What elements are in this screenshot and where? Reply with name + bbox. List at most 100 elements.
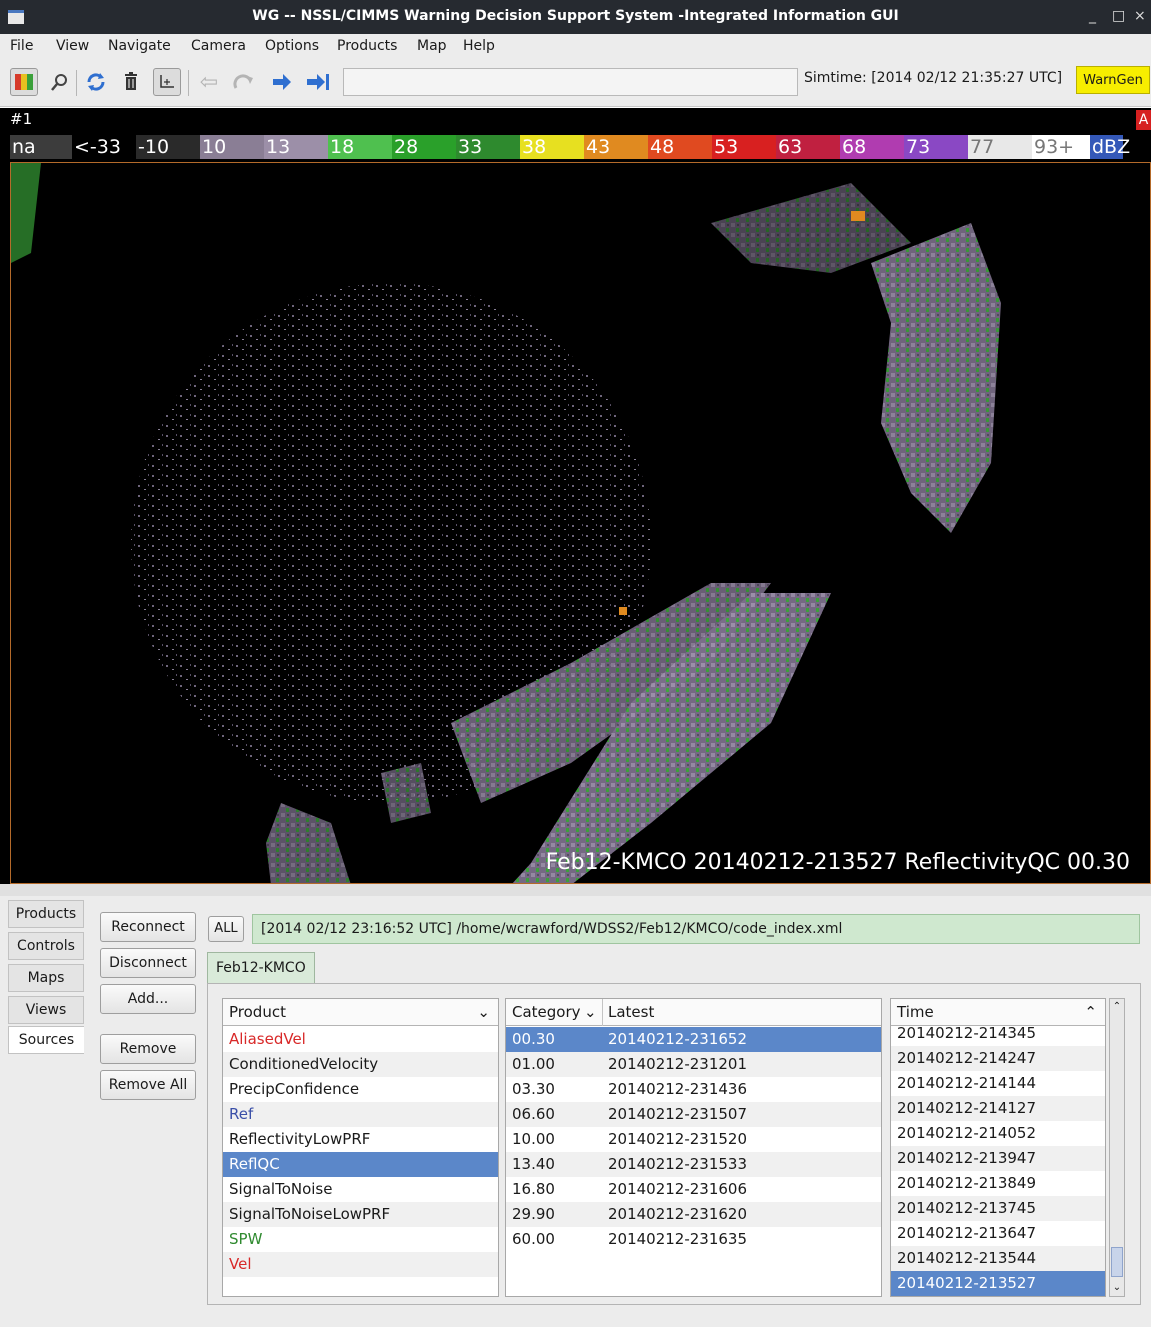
redo-icon[interactable] — [230, 68, 258, 96]
product-name: Vel — [229, 1255, 252, 1273]
product-row[interactable]: SPW — [223, 1227, 498, 1252]
product-list[interactable]: Product ⌄ AliasedVel ConditionedVelocity P… — [222, 998, 499, 1297]
menu-navigate[interactable]: Navigate — [108, 38, 171, 54]
time-value: 20140212-214345 — [897, 1024, 1037, 1042]
color-scale-label: dBZ — [1090, 135, 1131, 159]
alert-badge[interactable]: A — [1136, 110, 1151, 130]
scroll-up-icon[interactable]: ⌃ — [1111, 1000, 1123, 1014]
trash-icon[interactable] — [117, 68, 145, 96]
scroll-thumb[interactable] — [1111, 1247, 1123, 1277]
time-value: 20140212-213947 — [897, 1149, 1037, 1167]
refresh-icon[interactable] — [82, 68, 110, 96]
product-row[interactable]: ReflectivityLowPRF — [223, 1127, 498, 1152]
time-row[interactable]: 20140212-214052 — [891, 1121, 1105, 1146]
category-row[interactable]: 29.90 20140212-231620 — [506, 1202, 881, 1227]
category-row[interactable]: 16.80 20140212-231606 — [506, 1177, 881, 1202]
reconnect-button[interactable]: Reconnect — [100, 912, 196, 942]
product-row[interactable]: ReflQC — [223, 1152, 498, 1177]
remove-button[interactable]: Remove — [100, 1034, 196, 1064]
product-name: SignalToNoiseLowPRF — [229, 1205, 391, 1223]
menu-help[interactable]: Help — [463, 38, 495, 54]
close-icon[interactable]: × — [1134, 8, 1146, 24]
color-scale-label: 18 — [328, 135, 392, 159]
category-latest-time: 20140212-231507 — [608, 1105, 748, 1123]
remove-all-button[interactable]: Remove All — [100, 1070, 196, 1100]
category-elevation: 16.80 — [512, 1180, 555, 1198]
time-row[interactable]: 20140212-213544 — [891, 1246, 1105, 1271]
category-list[interactable]: Category ⌄ Latest 00.30 20140212-231652 01… — [505, 998, 882, 1297]
tab-maps[interactable]: Maps — [8, 964, 84, 992]
category-elevation: 00.30 — [512, 1030, 555, 1048]
time-list-scrollbar[interactable]: ⌃ ⌄ — [1109, 998, 1125, 1297]
disconnect-button[interactable]: Disconnect — [100, 948, 196, 978]
menu-options[interactable]: Options — [265, 38, 319, 54]
scroll-down-icon[interactable]: ⌄ — [1111, 1281, 1123, 1295]
tab-source-feb12-kmco[interactable]: Feb12-KMCO — [207, 952, 315, 984]
tab-products[interactable]: Products — [8, 900, 84, 928]
time-row[interactable]: 20140212-214144 — [891, 1071, 1105, 1096]
time-row[interactable]: 20140212-213947 — [891, 1146, 1105, 1171]
color-scale-label: na — [10, 135, 72, 159]
product-row[interactable]: SignalToNoiseLowPRF — [223, 1202, 498, 1227]
time-value: 20140212-214127 — [897, 1099, 1037, 1117]
menu-map[interactable]: Map — [417, 38, 447, 54]
tab-views[interactable]: Views — [8, 996, 84, 1024]
product-column-header[interactable]: Product ⌄ — [223, 999, 498, 1026]
category-latest-time: 20140212-231635 — [608, 1230, 748, 1248]
product-row[interactable]: Vel — [223, 1252, 498, 1277]
chevron-down-icon[interactable]: ⌄ — [584, 999, 597, 1026]
product-name: PrecipConfidence — [229, 1080, 360, 1098]
category-row[interactable]: 06.60 20140212-231507 — [506, 1102, 881, 1127]
skip-to-latest-icon[interactable] — [304, 68, 332, 96]
forward-arrow-icon[interactable] — [268, 68, 296, 96]
tab-sources[interactable]: Sources — [8, 1026, 84, 1054]
category-elevation: 03.30 — [512, 1080, 555, 1098]
menu-file[interactable]: File — [10, 38, 33, 54]
minimize-icon[interactable]: _ — [1089, 8, 1096, 24]
title-bar: WG -- NSSL/CIMMS Warning Decision Suppor… — [0, 0, 1151, 34]
window-title: WG -- NSSL/CIMMS Warning Decision Suppor… — [252, 8, 899, 24]
category-row[interactable]: 03.30 20140212-231436 — [506, 1077, 881, 1102]
category-elevation: 01.00 — [512, 1055, 555, 1073]
menu-camera[interactable]: Camera — [191, 38, 246, 54]
category-row[interactable]: 60.00 20140212-231635 — [506, 1227, 881, 1252]
time-list[interactable]: Time ⌃ 20140212-214345 20140212-214247 201… — [890, 998, 1106, 1297]
color-scale-label: 93+ — [1032, 135, 1090, 159]
time-row[interactable]: 20140212-213745 — [891, 1196, 1105, 1221]
tab-controls[interactable]: Controls — [8, 932, 84, 960]
time-row[interactable]: 20140212-213527 — [891, 1271, 1105, 1296]
add-button[interactable]: Add... — [100, 984, 196, 1014]
time-row[interactable]: 20140212-213647 — [891, 1221, 1105, 1246]
time-row[interactable]: 20140212-214247 — [891, 1046, 1105, 1071]
zoom-icon[interactable] — [46, 68, 74, 96]
product-row[interactable]: ConditionedVelocity — [223, 1052, 498, 1077]
time-row[interactable]: 20140212-213849 — [891, 1171, 1105, 1196]
category-row[interactable]: 13.40 20140212-231533 — [506, 1152, 881, 1177]
warngen-button[interactable]: WarnGen — [1076, 66, 1150, 94]
all-button[interactable]: ALL — [208, 916, 244, 942]
product-row[interactable]: SignalToNoise — [223, 1177, 498, 1202]
product-path-field[interactable] — [343, 68, 798, 96]
time-row[interactable]: 20140212-214345 — [891, 1021, 1105, 1046]
category-row[interactable]: 00.30 20140212-231652 — [506, 1027, 881, 1052]
colormap-icon[interactable] — [10, 68, 38, 96]
product-row[interactable]: AliasedVel — [223, 1027, 498, 1052]
time-row[interactable]: 20140212-214127 — [891, 1096, 1105, 1121]
maximize-icon[interactable]: □ — [1112, 8, 1125, 24]
radar-view[interactable]: Feb12-KMCO 20140212-213527 ReflectivityQ… — [10, 162, 1151, 884]
chevron-down-icon[interactable]: ⌄ — [477, 999, 490, 1026]
category-row[interactable]: 10.00 20140212-231520 — [506, 1127, 881, 1152]
menu-products[interactable]: Products — [337, 38, 397, 54]
splitter-handle[interactable] — [0, 884, 1151, 896]
product-row[interactable]: PrecipConfidence — [223, 1077, 498, 1102]
category-row[interactable]: 01.00 20140212-231201 — [506, 1052, 881, 1077]
product-name: AliasedVel — [229, 1030, 306, 1048]
product-row[interactable]: Ref — [223, 1102, 498, 1127]
product-name: SignalToNoise — [229, 1180, 333, 1198]
back-arrow-icon[interactable]: ⇦ — [195, 68, 223, 96]
category-elevation: 60.00 — [512, 1230, 555, 1248]
pan-mode-icon[interactable] — [153, 68, 181, 96]
category-column-header[interactable]: Category ⌄ Latest — [506, 999, 881, 1026]
menu-view[interactable]: View — [56, 38, 89, 54]
radar-display: #1 A na <-33 -10 10 13 18 28 33 38 43 48… — [0, 108, 1151, 884]
